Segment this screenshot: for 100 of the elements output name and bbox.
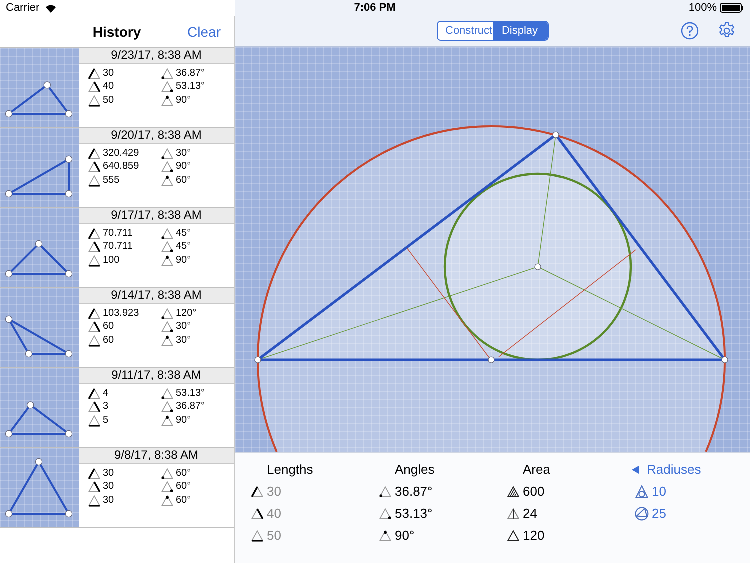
triangle-angle-icon	[161, 307, 174, 320]
triangle-side-icon	[88, 334, 101, 347]
side-length: 5	[88, 414, 161, 427]
triangle-left-icon	[632, 466, 639, 474]
triangle-side-icon	[88, 80, 101, 94]
triangle-angle-icon	[161, 387, 174, 400]
triangle-angle-icon	[161, 494, 174, 507]
triangle-angle-icon	[379, 529, 392, 542]
triangle-side-icon	[88, 494, 101, 507]
angle-value: 36.87°	[161, 400, 234, 414]
side-length: 4	[88, 387, 161, 400]
triangle-side-icon	[88, 254, 101, 267]
triangle-side-icon	[251, 529, 264, 542]
radius-value: 10	[635, 483, 750, 500]
side-length: 30	[88, 480, 161, 494]
side-length: 50	[88, 94, 161, 107]
triangle-angle-icon	[161, 160, 174, 174]
history-date[interactable]: 9/14/17, 8:38 AM	[79, 288, 234, 304]
angle-value: 45°	[161, 227, 234, 240]
measure-value: 600	[507, 483, 635, 500]
triangle-angle-icon	[161, 147, 174, 160]
angle-value: 30°	[161, 320, 234, 334]
angle-value: 60°	[161, 467, 234, 480]
triangle-side-icon	[88, 227, 101, 240]
angle-value: 53.13°	[161, 80, 234, 94]
side-length: 640.859	[88, 160, 161, 174]
radiuses-toggle[interactable]: Radiuses	[632, 462, 702, 477]
angle-value: 60°	[161, 174, 234, 187]
segment-tab[interactable]: Display	[492, 22, 548, 40]
triangle-side-icon	[88, 320, 101, 334]
side-length: 3	[88, 400, 161, 414]
side-length: 50	[251, 527, 379, 544]
clear-button[interactable]: Clear	[188, 24, 221, 40]
angle-value: 90°	[161, 160, 234, 174]
triangle-thumbnail-drawing	[5, 458, 73, 518]
triangle-angle-icon	[161, 240, 174, 254]
segment-tab[interactable]: Construct	[438, 22, 492, 40]
triangle-side-icon	[88, 414, 101, 427]
history-date[interactable]: 9/8/17, 8:38 AM	[79, 448, 234, 464]
side-length: 100	[88, 254, 161, 267]
triangle-thumbnail-drawing	[5, 240, 73, 278]
triangle-side-icon	[88, 307, 101, 320]
triangle-angle-icon	[161, 467, 174, 480]
triangle-side-icon	[251, 507, 264, 520]
side-length: 40	[88, 80, 161, 94]
triangle-side-icon	[88, 480, 101, 494]
triangle-side-icon	[88, 174, 101, 187]
side-length: 555	[88, 174, 161, 187]
history-date[interactable]: 9/23/17, 8:38 AM	[79, 48, 234, 64]
history-date[interactable]: 9/17/17, 8:38 AM	[79, 208, 234, 224]
angle-value: 60°	[161, 480, 234, 494]
triangle-side-icon	[88, 147, 101, 160]
column-title: Area	[523, 462, 550, 477]
history-date[interactable]: 9/11/17, 8:38 AM	[79, 368, 234, 384]
triangle-incircle-icon	[635, 484, 649, 498]
triangle-angle-icon	[161, 480, 174, 494]
triangle-icon	[507, 529, 520, 542]
grid-canvas[interactable]	[235, 47, 750, 452]
triangle-thumbnail-drawing	[5, 402, 73, 438]
angle-value: 90°	[161, 414, 234, 427]
triangle-angle-icon	[161, 334, 174, 347]
battery-percent: 100%	[688, 2, 717, 14]
wifi-icon	[44, 4, 57, 12]
carrier-label: Carrier	[6, 2, 40, 14]
side-length: 30	[88, 67, 161, 80]
angle-value: 45°	[161, 240, 234, 254]
triangle-side-icon	[88, 467, 101, 480]
triangle-side-icon	[88, 94, 101, 107]
measure-value: 120	[507, 527, 635, 544]
triangle-side-icon	[251, 485, 264, 498]
angle-value: 36.87°	[161, 67, 234, 80]
battery-icon	[720, 3, 744, 13]
help-icon[interactable]	[681, 22, 699, 40]
triangle-side-icon	[88, 160, 101, 174]
triangle-angle-icon	[161, 80, 174, 94]
side-length: 30	[88, 494, 161, 507]
triangle-angle-icon	[161, 174, 174, 187]
settings-icon[interactable]	[718, 22, 736, 40]
triangle-construction-drawing[interactable]	[254, 126, 728, 452]
column-title: Lengths	[267, 462, 314, 477]
angle-value: 36.87°	[379, 483, 507, 500]
side-length: 30	[88, 467, 161, 480]
side-length: 40	[251, 505, 379, 522]
angle-value: 60°	[161, 494, 234, 507]
side-length: 320.429	[88, 147, 161, 160]
side-length: 60	[88, 320, 161, 334]
hatched-triangle-icon	[507, 485, 520, 498]
history-date[interactable]: 9/20/17, 8:38 AM	[79, 128, 234, 144]
triangle-angle-icon	[161, 320, 174, 334]
triangle-side-icon	[88, 400, 101, 414]
triangle-angle-icon	[379, 507, 392, 520]
triangle-angle-icon	[161, 227, 174, 240]
angle-value: 90°	[161, 94, 234, 107]
triangle-altitude-icon	[507, 507, 520, 520]
angle-value: 53.13°	[379, 505, 507, 522]
triangle-thumbnail-drawing	[5, 156, 73, 198]
side-length: 60	[88, 334, 161, 347]
side-length: 103.923	[88, 307, 161, 320]
angle-value: 90°	[379, 527, 507, 544]
triangle-side-icon	[88, 240, 101, 254]
